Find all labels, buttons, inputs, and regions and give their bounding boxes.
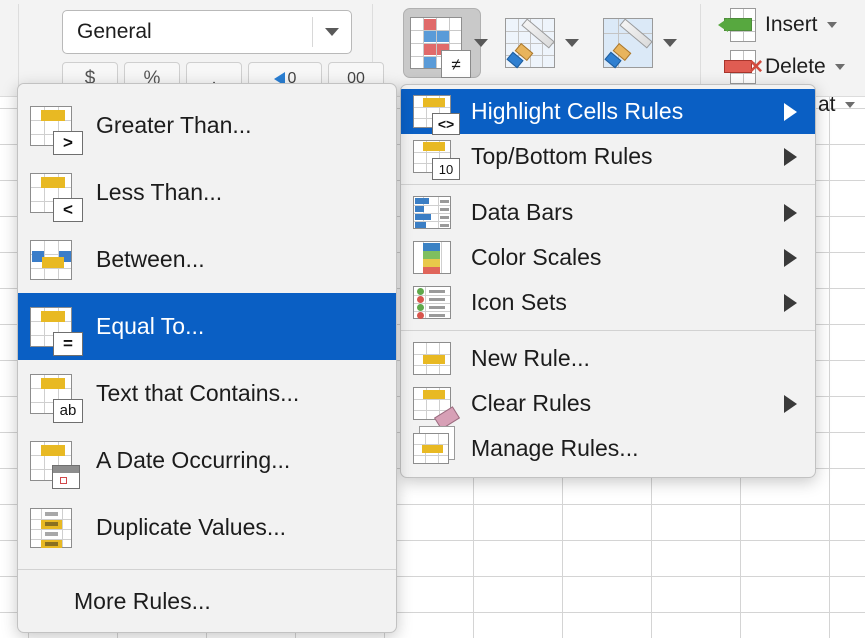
insert-button[interactable]: Insert: [718, 8, 837, 42]
delete-button[interactable]: ✕ Delete: [718, 50, 845, 84]
menu-item-label: Greater Than...: [96, 112, 252, 138]
date-occurring-icon: [30, 440, 86, 489]
menu-item-less-than[interactable]: < Less Than...: [18, 159, 396, 226]
menu-item-a-date-occurring[interactable]: A Date Occurring...: [18, 427, 396, 494]
menu-item-top-bottom-rules[interactable]: 10 Top/Bottom Rules: [401, 134, 815, 180]
menu-item-new-rule[interactable]: New Rule...: [401, 336, 815, 381]
new-rule-icon: [413, 339, 461, 379]
chevron-down-icon[interactable]: [826, 22, 837, 28]
menu-notch: [18, 84, 40, 85]
between-icon: [30, 239, 86, 280]
less-than-icon: <: [30, 172, 86, 222]
menu-item-label: Highlight Cells Rules: [471, 98, 684, 124]
not-equal-badge-icon: ≠: [441, 50, 471, 78]
chevron-down-icon[interactable]: [313, 28, 351, 36]
chevron-down-icon[interactable]: [474, 39, 488, 47]
insert-label: Insert: [765, 13, 818, 36]
conditional-formatting-icon: ≠: [410, 17, 471, 78]
highlight-cells-rules-submenu[interactable]: > Greater Than... < Less Than... Between…: [17, 83, 397, 633]
menu-item-icon-sets[interactable]: Icon Sets: [401, 280, 815, 325]
calendar-badge-icon: [52, 464, 80, 489]
menu-item-highlight-cells-rules[interactable]: <> Highlight Cells Rules: [401, 89, 815, 135]
menu-item-label: Manage Rules...: [471, 435, 639, 461]
menu-item-duplicate-values[interactable]: Duplicate Values...: [18, 494, 396, 561]
menu-item-label: Equal To...: [96, 313, 205, 339]
format-label: at: [818, 93, 836, 116]
submenu-arrow-icon: [784, 394, 797, 413]
chevron-down-icon[interactable]: [565, 39, 579, 47]
chevron-down-icon[interactable]: [663, 39, 677, 47]
data-bars-icon: [413, 193, 461, 233]
insert-cells-icon: [718, 8, 756, 42]
menu-separator: [401, 184, 815, 185]
format-as-table-button[interactable]: [505, 8, 583, 78]
chevron-down-icon[interactable]: [834, 64, 845, 70]
conditional-formatting-menu[interactable]: <> Highlight Cells Rules 10 Top/Bottom R…: [400, 84, 816, 478]
menu-item-equal-to[interactable]: = Equal To...: [18, 293, 396, 360]
clear-rules-icon: [413, 384, 461, 430]
top-bottom-rules-icon: 10: [413, 137, 461, 180]
excel-conditional-formatting-screen: General $ % , 0 00 ≠ Insert ✕ Delete at …: [0, 0, 865, 638]
menu-item-label: Less Than...: [96, 179, 223, 205]
menu-item-color-scales[interactable]: Color Scales: [401, 235, 815, 280]
menu-item-between[interactable]: Between...: [18, 226, 396, 293]
icon-sets-icon: [413, 283, 461, 323]
menu-item-label: Duplicate Values...: [96, 514, 287, 540]
submenu-arrow-icon: [784, 147, 797, 166]
conditional-formatting-button[interactable]: ≠: [403, 8, 488, 78]
menu-item-label: Icon Sets: [471, 289, 567, 315]
submenu-arrow-icon: [784, 293, 797, 312]
menu-item-label: New Rule...: [471, 345, 590, 371]
format-button[interactable]: at: [818, 93, 855, 117]
equal-to-icon: =: [30, 306, 86, 356]
submenu-arrow-icon: [784, 248, 797, 267]
menu-item-data-bars[interactable]: Data Bars: [401, 190, 815, 235]
menu-item-label: Top/Bottom Rules: [471, 143, 653, 169]
menu-item-label: A Date Occurring...: [96, 447, 291, 473]
format-as-table-icon: [505, 18, 555, 69]
menu-item-label: More Rules...: [74, 587, 211, 614]
duplicate-values-icon: [30, 507, 86, 548]
menu-item-text-that-contains[interactable]: ab Text that Contains...: [18, 360, 396, 427]
delete-cells-icon: ✕: [718, 50, 764, 84]
cell-styles-button[interactable]: [603, 8, 681, 78]
cell-styles-icon: [603, 18, 653, 69]
color-scales-icon: [413, 238, 461, 278]
submenu-arrow-icon: [784, 203, 797, 222]
text-contains-icon: ab: [30, 373, 86, 423]
menu-item-label: Data Bars: [471, 199, 574, 225]
submenu-arrow-icon: [784, 102, 797, 121]
manage-rules-icon: [413, 425, 461, 469]
menu-item-greater-than[interactable]: > Greater Than...: [18, 92, 396, 159]
number-format-dropdown[interactable]: General: [62, 10, 352, 54]
menu-item-clear-rules[interactable]: Clear Rules: [401, 381, 815, 430]
highlight-cells-rules-icon: <>: [413, 92, 461, 135]
chevron-down-icon[interactable]: [844, 102, 855, 108]
menu-separator: [401, 330, 815, 331]
menu-item-label: Text that Contains...: [96, 380, 300, 406]
menu-item-label: Between...: [96, 246, 205, 272]
menu-item-label: Clear Rules: [471, 390, 592, 416]
menu-item-label: Color Scales: [471, 244, 602, 270]
number-format-value: General: [77, 20, 152, 43]
greater-than-icon: >: [30, 105, 86, 155]
menu-item-manage-rules[interactable]: Manage Rules...: [401, 425, 815, 471]
delete-label: Delete: [765, 55, 826, 78]
more-rules-item[interactable]: More Rules...: [18, 570, 396, 632]
